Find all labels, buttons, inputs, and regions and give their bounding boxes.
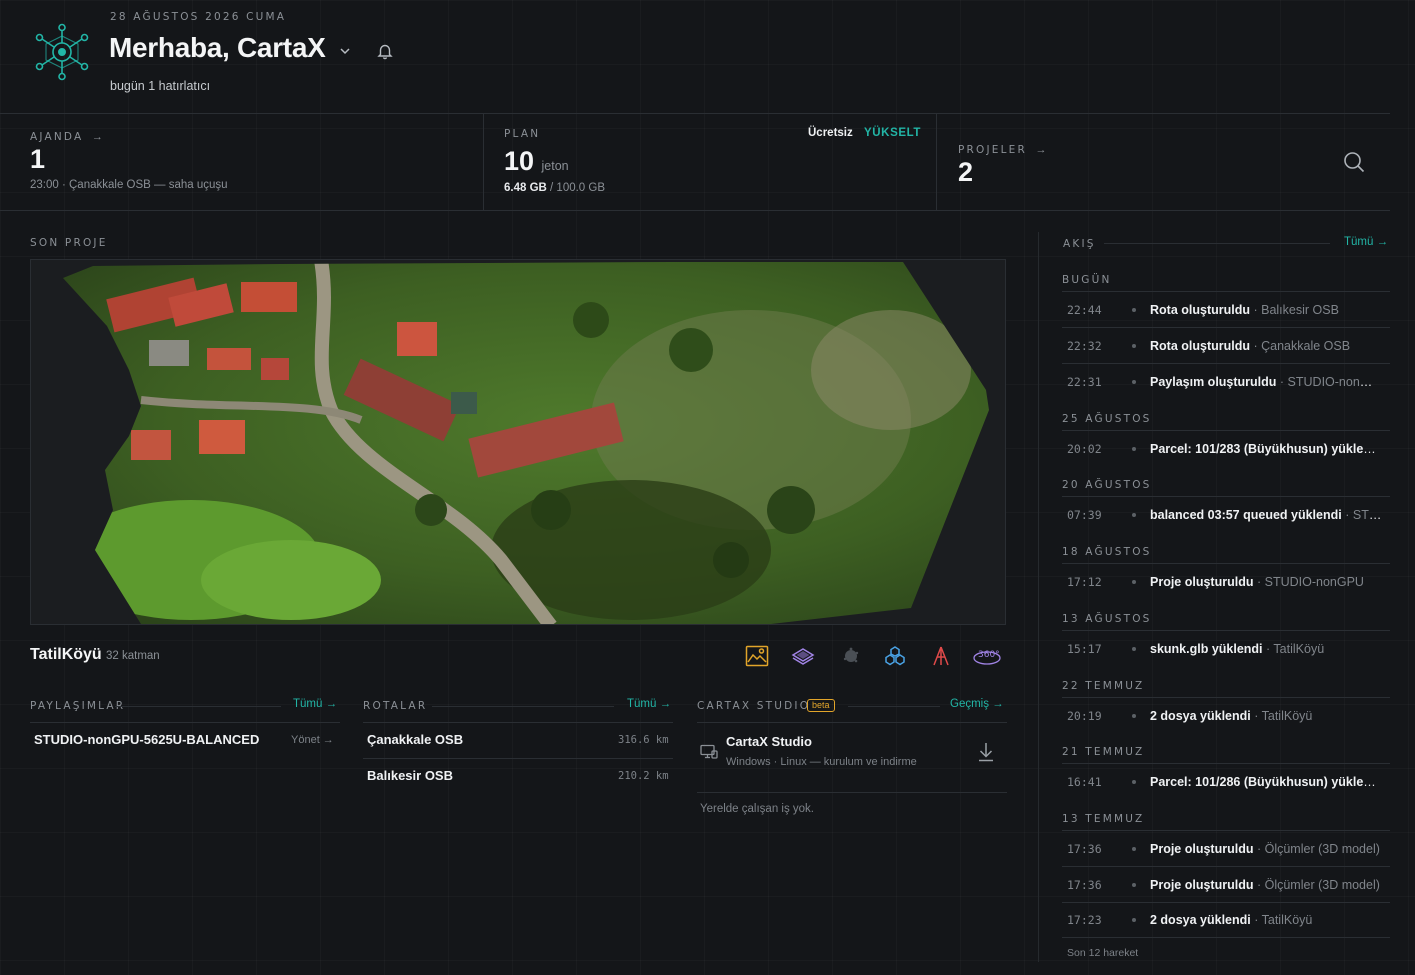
download-icon[interactable] xyxy=(976,741,996,768)
svg-text:360°: 360° xyxy=(978,650,1000,660)
last-project-label: SON PROJE xyxy=(30,237,108,249)
mesh-cubes-icon[interactable] xyxy=(882,643,908,669)
feed-day-label: 22 TEMMUZ xyxy=(1062,680,1145,692)
studio-beta-badge: beta xyxy=(807,699,835,712)
share-item-name[interactable]: STUDIO-nonGPU-5625U-BALANCED xyxy=(34,732,259,747)
layers-3d-icon[interactable] xyxy=(790,643,816,669)
arrow-right-icon: → xyxy=(1035,144,1047,156)
chevron-down-icon[interactable] xyxy=(338,44,352,63)
projects-card[interactable]: PROJELER → xyxy=(958,140,1046,158)
shares-title: PAYLAŞIMLAR xyxy=(30,700,126,712)
agenda-label: AJANDA xyxy=(30,131,84,143)
reminder-count[interactable]: bugün 1 hatırlatıcı xyxy=(110,79,210,93)
feed-item[interactable]: 22:44 Rota oluşturuldu · Balıkesir OSB xyxy=(1062,291,1390,327)
routes-title: ROTALAR xyxy=(363,700,428,712)
project-name[interactable]: TatilKöyü xyxy=(30,646,102,664)
feed-title: AKIŞ xyxy=(1063,238,1096,250)
feed-item[interactable]: 15:17 skunk.glb yüklendi · TatilKöyü xyxy=(1062,630,1390,666)
desktop-icon xyxy=(700,744,718,765)
feed-day-label: 20 AĞUSTOS xyxy=(1062,479,1152,491)
feed-day-label: 25 AĞUSTOS xyxy=(1062,413,1152,425)
feed-item[interactable]: 07:39 balanced 03:57 queued yüklendi · ST… xyxy=(1062,496,1390,532)
plan-tier: Ücretsiz xyxy=(808,127,853,139)
studio-title: CARTAX STUDIO xyxy=(697,700,811,712)
drone-logo-icon xyxy=(32,22,92,82)
feed-item[interactable]: 20:02 Parcel: 101/283 (Büyükhusun) yüklen… xyxy=(1062,430,1390,466)
plan-label: PLAN xyxy=(504,128,541,140)
bell-icon[interactable] xyxy=(376,42,394,65)
orthophoto-icon[interactable] xyxy=(744,643,770,669)
studio-history-link[interactable]: Geçmiş → xyxy=(950,698,1004,710)
feed-day-label: 21 TEMMUZ xyxy=(1062,746,1145,758)
feed-item[interactable]: 17:36 Proje oluşturuldu · Ölçümler (3D mo… xyxy=(1062,830,1390,866)
agenda-count: 1 xyxy=(30,144,46,174)
projects-count: 2 xyxy=(958,157,974,187)
studio-app-desc: Windows · Linux — kurulum ve indirme xyxy=(726,756,917,768)
studio-empty-state: Yerelde çalışan iş yok. xyxy=(700,803,815,815)
feed-item[interactable]: 16:41 Parcel: 101/286 (Büyükhusun) yüklen… xyxy=(1062,763,1390,799)
route-name[interactable]: Çanakkale OSB xyxy=(367,732,463,747)
greeting-title[interactable]: Merhaba, CartaX xyxy=(109,32,326,64)
upgrade-button[interactable]: YÜKSELT xyxy=(864,127,921,139)
survey-icon[interactable] xyxy=(928,643,954,669)
feed-footer: Son 12 hareket xyxy=(1067,947,1139,959)
pointcloud-icon[interactable] xyxy=(838,643,864,669)
route-distance: 316.6 km xyxy=(618,734,669,746)
feed-item[interactable]: 17:36 Proje oluşturuldu · Ölçümler (3D mo… xyxy=(1062,866,1390,902)
feed-item[interactable]: 20:19 2 dosya yüklendi · TatilKöyü xyxy=(1062,697,1390,733)
feed-item[interactable]: 17:12 Proje oluşturuldu · STUDIO-nonGPU xyxy=(1062,563,1390,599)
agenda-card[interactable]: AJANDA → xyxy=(30,127,103,145)
plan-storage: 6.48 GB / 100.0 GB xyxy=(504,182,606,194)
share-manage-link[interactable]: Yönet → xyxy=(291,734,334,746)
projects-label: PROJELER xyxy=(958,144,1028,156)
project-layer-count: 32 katman xyxy=(106,650,160,662)
route-distance: 210.2 km xyxy=(618,770,669,782)
feed-item[interactable]: 17:23 2 dosya yüklendi · TatilKöyü xyxy=(1062,902,1390,938)
route-name[interactable]: Balıkesir OSB xyxy=(367,768,453,783)
feed-day-label: BUGÜN xyxy=(1062,274,1112,286)
feed-item[interactable]: 22:31 Paylaşım oluşturuldu · STUDIO-nonGP… xyxy=(1062,363,1390,399)
plan-tokens: 10 jeton xyxy=(504,146,569,176)
current-date: 28 AĞUSTOS 2026 CUMA xyxy=(110,11,287,23)
feed-day-label: 13 TEMMUZ xyxy=(1062,813,1145,825)
shares-all-link[interactable]: Tümü → xyxy=(293,698,337,710)
feed-item[interactable]: 22:32 Rota oluşturuldu · Çanakkale OSB xyxy=(1062,327,1390,363)
studio-app-name[interactable]: CartaX Studio xyxy=(726,734,812,749)
feed-day-label: 18 AĞUSTOS xyxy=(1062,546,1152,558)
feed-all-link[interactable]: Tümü → xyxy=(1344,236,1388,248)
view-360-icon[interactable]: 360° xyxy=(972,643,1002,669)
arrow-right-icon: → xyxy=(91,131,103,143)
routes-all-link[interactable]: Tümü → xyxy=(627,698,671,710)
project-orthophoto-preview[interactable] xyxy=(30,259,1006,625)
feed-day-label: 13 AĞUSTOS xyxy=(1062,613,1152,625)
search-icon[interactable] xyxy=(1342,150,1366,179)
agenda-detail[interactable]: 23:00 · Çanakkale OSB — saha uçuşu xyxy=(30,179,228,191)
